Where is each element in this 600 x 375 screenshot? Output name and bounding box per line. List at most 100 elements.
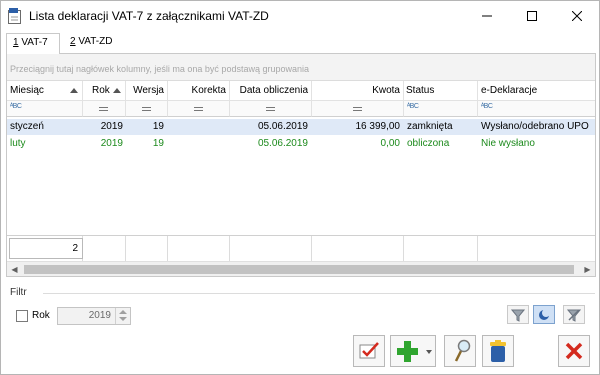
close-window-button[interactable] [554, 1, 599, 31]
text-filter-icon: ᴬBC [10, 103, 22, 110]
grid-panel: Przeciągnij tutaj nagłówek kolumny, jeśl… [6, 53, 596, 277]
cell-status: obliczona [407, 138, 450, 149]
minimize-button[interactable] [464, 1, 509, 31]
col-header-edeklaracje-label: e-Deklaracje [481, 85, 538, 96]
col-header-data[interactable]: Data obliczenia [230, 81, 312, 101]
footer-cell [126, 236, 168, 261]
scroll-left-icon[interactable]: ◀ [7, 262, 22, 277]
maximize-icon [526, 11, 537, 21]
main-window: Lista deklaracji VAT-7 z załącznikami VA… [0, 0, 600, 375]
cell-edeklaracje: Wysłano/odebrano UPO [481, 121, 589, 132]
spinner-down-icon[interactable] [119, 317, 127, 321]
clear-filter-button[interactable] [563, 305, 585, 324]
col-header-status[interactable]: Status [404, 81, 478, 101]
cell-kwota: 0,00 [380, 138, 400, 149]
add-button[interactable] [390, 335, 436, 367]
cell-korekta [168, 119, 226, 135]
clear-funnel-icon [567, 308, 581, 322]
rok-checkbox-label: Rok [32, 310, 50, 321]
cell-rok: 2019 [100, 138, 123, 149]
checkmark-icon [359, 342, 379, 359]
tab-vat7[interactable]: 1 VAT-7 [6, 33, 60, 54]
spinner-buttons[interactable] [115, 308, 130, 324]
cell-edeklaracje: Nie wysłano [481, 138, 535, 149]
cell-data: 05.06.2019 [257, 121, 308, 132]
close-x-icon [565, 342, 583, 360]
equals-filter-icon [194, 107, 203, 111]
footer-cell [230, 236, 312, 261]
group-by-hint: Przeciągnij tutaj nagłówek kolumny, jeśl… [10, 64, 309, 74]
col-header-edeklaracje[interactable]: e-Deklaracje [478, 81, 595, 101]
cell-miesiac: styczeń [10, 121, 44, 132]
funnel-icon [511, 309, 525, 322]
moon-filter-icon [539, 308, 550, 320]
filter-cell-edeklaracje[interactable]: ᴬBC [478, 101, 595, 117]
equals-filter-icon [266, 107, 275, 111]
scrollbar-thumb[interactable] [24, 265, 574, 274]
scroll-right-icon[interactable]: ▶ [580, 262, 595, 277]
spinner-up-icon[interactable] [119, 310, 127, 314]
col-header-wersja-label: Wersja [133, 85, 164, 96]
group-by-area[interactable]: Przeciągnij tutaj nagłówek kolumny, jeśl… [7, 54, 595, 81]
minimize-icon [481, 15, 492, 17]
dropdown-arrow-icon[interactable] [426, 350, 432, 354]
filter-cell-wersja[interactable] [126, 101, 168, 117]
cell-rok: 2019 [100, 121, 123, 132]
filter-button[interactable] [507, 305, 529, 324]
cell-kwota: 16 399,00 [355, 121, 401, 132]
grid-footer: 2 [7, 235, 595, 261]
close-button[interactable] [558, 335, 590, 367]
col-header-rok-label: Rok [92, 85, 110, 96]
col-header-korekta-label: Korekta [191, 85, 226, 96]
horizontal-scrollbar[interactable]: ◀ ▶ [7, 261, 595, 276]
preview-button[interactable] [444, 335, 476, 367]
col-header-miesiac-label: Miesiąc [10, 85, 44, 96]
filter-cell-status[interactable]: ᴬBC [404, 101, 478, 117]
sort-asc-icon [70, 88, 78, 93]
col-header-kwota-label: Kwota [372, 85, 400, 96]
col-header-data-label: Data obliczenia [239, 85, 308, 96]
rok-spinner[interactable]: 2019 [57, 307, 131, 325]
footer-cell [312, 236, 404, 261]
rok-checkbox[interactable] [16, 310, 28, 322]
cell-korekta [168, 136, 226, 152]
toggle-filter-button[interactable] [533, 305, 555, 324]
title-bar: Lista deklaracji VAT-7 z załącznikami VA… [1, 1, 599, 31]
filter-section-title: Filtr [10, 287, 27, 298]
tab-vatzd[interactable]: 2 VAT-ZD [64, 33, 124, 53]
vat-app-icon [8, 8, 22, 24]
rok-value: 2019 [88, 310, 111, 321]
cell-wersja: 19 [152, 121, 164, 132]
col-header-kwota[interactable]: Kwota [312, 81, 404, 101]
col-header-korekta[interactable]: Korekta [168, 81, 230, 101]
filter-cell-data[interactable] [230, 101, 312, 117]
text-filter-icon: ᴬBC [481, 103, 493, 110]
close-icon [571, 11, 582, 21]
window-title: Lista deklaracji VAT-7 z załącznikami VA… [29, 9, 269, 23]
footer-cell-count: 2 [7, 236, 83, 261]
table-row[interactable]: luty 2019 19 05.06.2019 0,00 obliczona N… [7, 136, 595, 152]
filter-cell-rok[interactable] [83, 101, 126, 117]
tab-vatzd-label: VAT-ZD [75, 36, 113, 47]
col-header-miesiac[interactable]: Miesiąc [7, 81, 83, 101]
delete-button[interactable] [482, 335, 514, 367]
col-header-rok[interactable]: Rok [83, 81, 126, 101]
equals-filter-icon [142, 107, 151, 111]
record-count: 2 [9, 238, 83, 259]
equals-filter-icon [99, 107, 108, 111]
filter-cell-korekta[interactable] [168, 101, 230, 117]
cell-data: 05.06.2019 [257, 138, 308, 149]
plus-icon [397, 341, 418, 362]
sort-asc-icon [113, 88, 121, 93]
cell-wersja: 19 [152, 138, 164, 149]
col-header-wersja[interactable]: Wersja [126, 81, 168, 101]
maximize-button[interactable] [509, 1, 554, 31]
trash-icon [490, 340, 506, 362]
filter-cell-kwota[interactable] [312, 101, 404, 117]
table-row[interactable]: styczeń 2019 19 05.06.2019 16 399,00 zam… [7, 119, 595, 135]
filter-cell-miesiac[interactable]: ᴬBC [7, 101, 83, 117]
accept-button[interactable] [353, 335, 385, 367]
footer-cell [83, 236, 126, 261]
cell-miesiac: luty [10, 138, 26, 149]
col-header-status-label: Status [406, 85, 435, 96]
